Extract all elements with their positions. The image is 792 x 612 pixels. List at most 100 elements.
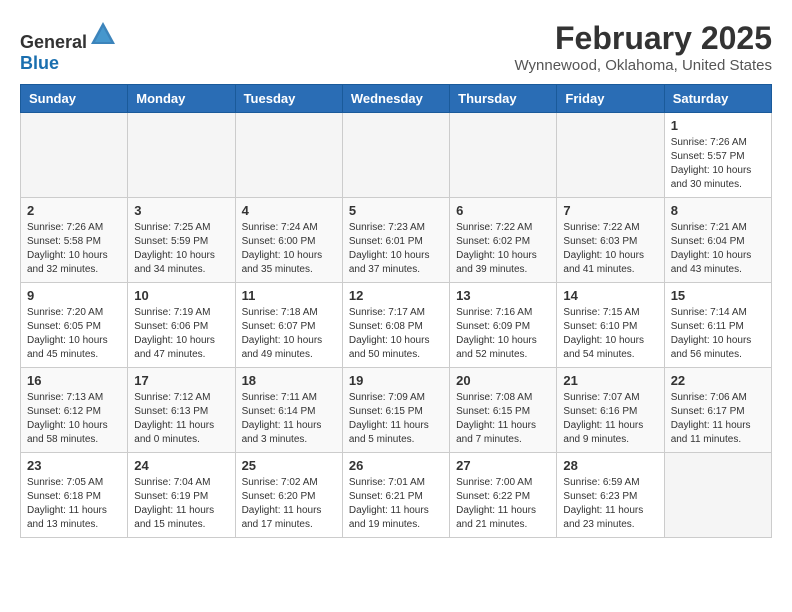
day-number: 11 xyxy=(242,288,336,303)
day-info: Sunrise: 7:25 AM Sunset: 5:59 PM Dayligh… xyxy=(134,221,228,277)
calendar-table: SundayMondayTuesdayWednesdayThursdayFrid… xyxy=(20,84,772,538)
day-info: Sunrise: 7:01 AM Sunset: 6:21 PM Dayligh… xyxy=(349,476,443,532)
calendar-cell: 4 Sunrise: 7:24 AM Sunset: 6:00 PM Daylig… xyxy=(235,198,342,283)
day-info: Sunrise: 7:02 AM Sunset: 6:20 PM Dayligh… xyxy=(242,476,336,532)
weekday-header-thursday: Thursday xyxy=(450,85,557,113)
calendar-week-row: 9Sunrise: 7:20 AM Sunset: 6:05 PM Daylig… xyxy=(21,283,772,368)
calendar-cell: 28 Sunrise: 6:59 AM Sunset: 6:23 PM Dayli… xyxy=(557,453,664,538)
calendar-cell xyxy=(450,113,557,198)
day-number: 24 xyxy=(134,458,228,473)
day-info: Sunrise: 7:06 AM Sunset: 6:17 PM Dayligh… xyxy=(671,391,765,447)
day-number: 10 xyxy=(134,288,228,303)
day-info: Sunrise: 7:08 AM Sunset: 6:15 PM Dayligh… xyxy=(456,391,550,447)
logo: General Blue xyxy=(20,20,117,74)
logo-general: General xyxy=(20,32,87,52)
calendar-cell: 6Sunrise: 7:22 AM Sunset: 6:02 PM Daylig… xyxy=(450,198,557,283)
calendar-cell: 27 Sunrise: 7:00 AM Sunset: 6:22 PM Dayli… xyxy=(450,453,557,538)
calendar-week-row: 2 Sunrise: 7:26 AM Sunset: 5:58 PM Daylig… xyxy=(21,198,772,283)
day-info: Sunrise: 7:09 AM Sunset: 6:15 PM Dayligh… xyxy=(349,391,443,447)
logo-text: General Blue xyxy=(20,20,117,74)
day-number: 12 xyxy=(349,288,443,303)
calendar-cell: 2 Sunrise: 7:26 AM Sunset: 5:58 PM Daylig… xyxy=(21,198,128,283)
calendar-cell: 18 Sunrise: 7:11 AM Sunset: 6:14 PM Dayli… xyxy=(235,368,342,453)
day-info: Sunrise: 7:23 AM Sunset: 6:01 PM Dayligh… xyxy=(349,221,443,277)
day-number: 16 xyxy=(27,373,121,388)
day-number: 15 xyxy=(671,288,765,303)
weekday-header-saturday: Saturday xyxy=(664,85,771,113)
day-number: 28 xyxy=(563,458,657,473)
day-number: 18 xyxy=(242,373,336,388)
calendar-cell xyxy=(21,113,128,198)
calendar-cell: 10 Sunrise: 7:19 AM Sunset: 6:06 PM Dayli… xyxy=(128,283,235,368)
calendar-cell: 11 Sunrise: 7:18 AM Sunset: 6:07 PM Dayli… xyxy=(235,283,342,368)
calendar-cell xyxy=(664,453,771,538)
day-number: 27 xyxy=(456,458,550,473)
day-number: 3 xyxy=(134,203,228,218)
day-info: Sunrise: 7:04 AM Sunset: 6:19 PM Dayligh… xyxy=(134,476,228,532)
day-number: 9 xyxy=(27,288,121,303)
day-info: Sunrise: 7:19 AM Sunset: 6:06 PM Dayligh… xyxy=(134,306,228,362)
day-info: Sunrise: 7:18 AM Sunset: 6:07 PM Dayligh… xyxy=(242,306,336,362)
day-number: 8 xyxy=(671,203,765,218)
day-number: 13 xyxy=(456,288,550,303)
day-info: Sunrise: 7:16 AM Sunset: 6:09 PM Dayligh… xyxy=(456,306,550,362)
page-header: General Blue February 2025 Wynnewood, Ok… xyxy=(20,20,772,74)
calendar-cell: 24 Sunrise: 7:04 AM Sunset: 6:19 PM Dayli… xyxy=(128,453,235,538)
day-number: 25 xyxy=(242,458,336,473)
calendar-cell: 5 Sunrise: 7:23 AM Sunset: 6:01 PM Daylig… xyxy=(342,198,449,283)
calendar-cell: 3 Sunrise: 7:25 AM Sunset: 5:59 PM Daylig… xyxy=(128,198,235,283)
location-subtitle: Wynnewood, Oklahoma, United States xyxy=(515,57,773,74)
weekday-header-wednesday: Wednesday xyxy=(342,85,449,113)
day-number: 2 xyxy=(27,203,121,218)
day-info: Sunrise: 7:26 AM Sunset: 5:57 PM Dayligh… xyxy=(671,136,765,192)
day-info: Sunrise: 7:11 AM Sunset: 6:14 PM Dayligh… xyxy=(242,391,336,447)
day-number: 26 xyxy=(349,458,443,473)
calendar-cell: 19 Sunrise: 7:09 AM Sunset: 6:15 PM Dayli… xyxy=(342,368,449,453)
day-info: Sunrise: 7:12 AM Sunset: 6:13 PM Dayligh… xyxy=(134,391,228,447)
weekday-header-sunday: Sunday xyxy=(21,85,128,113)
calendar-cell xyxy=(235,113,342,198)
calendar-cell: 13 Sunrise: 7:16 AM Sunset: 6:09 PM Dayli… xyxy=(450,283,557,368)
day-number: 14 xyxy=(563,288,657,303)
month-year-title: February 2025 xyxy=(515,20,773,57)
calendar-cell xyxy=(557,113,664,198)
day-info: Sunrise: 7:00 AM Sunset: 6:22 PM Dayligh… xyxy=(456,476,550,532)
day-number: 4 xyxy=(242,203,336,218)
calendar-cell: 12 Sunrise: 7:17 AM Sunset: 6:08 PM Dayli… xyxy=(342,283,449,368)
calendar-cell: 21Sunrise: 7:07 AM Sunset: 6:16 PM Dayli… xyxy=(557,368,664,453)
day-number: 22 xyxy=(671,373,765,388)
calendar-week-row: 1Sunrise: 7:26 AM Sunset: 5:57 PM Daylig… xyxy=(21,113,772,198)
day-info: Sunrise: 6:59 AM Sunset: 6:23 PM Dayligh… xyxy=(563,476,657,532)
calendar-cell: 1Sunrise: 7:26 AM Sunset: 5:57 PM Daylig… xyxy=(664,113,771,198)
day-info: Sunrise: 7:21 AM Sunset: 6:04 PM Dayligh… xyxy=(671,221,765,277)
calendar-cell: 23 Sunrise: 7:05 AM Sunset: 6:18 PM Dayli… xyxy=(21,453,128,538)
calendar-cell: 16Sunrise: 7:13 AM Sunset: 6:12 PM Dayli… xyxy=(21,368,128,453)
day-info: Sunrise: 7:05 AM Sunset: 6:18 PM Dayligh… xyxy=(27,476,121,532)
day-info: Sunrise: 7:24 AM Sunset: 6:00 PM Dayligh… xyxy=(242,221,336,277)
calendar-cell xyxy=(128,113,235,198)
day-number: 17 xyxy=(134,373,228,388)
day-info: Sunrise: 7:26 AM Sunset: 5:58 PM Dayligh… xyxy=(27,221,121,277)
day-number: 23 xyxy=(27,458,121,473)
calendar-cell: 14Sunrise: 7:15 AM Sunset: 6:10 PM Dayli… xyxy=(557,283,664,368)
calendar-cell: 7Sunrise: 7:22 AM Sunset: 6:03 PM Daylig… xyxy=(557,198,664,283)
calendar-cell: 26 Sunrise: 7:01 AM Sunset: 6:21 PM Dayli… xyxy=(342,453,449,538)
calendar-cell: 8 Sunrise: 7:21 AM Sunset: 6:04 PM Daylig… xyxy=(664,198,771,283)
day-number: 21 xyxy=(563,373,657,388)
day-number: 5 xyxy=(349,203,443,218)
calendar-cell: 17 Sunrise: 7:12 AM Sunset: 6:13 PM Dayli… xyxy=(128,368,235,453)
weekday-header-monday: Monday xyxy=(128,85,235,113)
weekday-header-row: SundayMondayTuesdayWednesdayThursdayFrid… xyxy=(21,85,772,113)
day-number: 7 xyxy=(563,203,657,218)
calendar-cell: 15 Sunrise: 7:14 AM Sunset: 6:11 PM Dayli… xyxy=(664,283,771,368)
calendar-cell: 22 Sunrise: 7:06 AM Sunset: 6:17 PM Dayli… xyxy=(664,368,771,453)
title-block: February 2025 Wynnewood, Oklahoma, Unite… xyxy=(515,20,773,74)
weekday-header-friday: Friday xyxy=(557,85,664,113)
calendar-cell: 20Sunrise: 7:08 AM Sunset: 6:15 PM Dayli… xyxy=(450,368,557,453)
calendar-week-row: 16Sunrise: 7:13 AM Sunset: 6:12 PM Dayli… xyxy=(21,368,772,453)
day-number: 19 xyxy=(349,373,443,388)
weekday-header-tuesday: Tuesday xyxy=(235,85,342,113)
day-info: Sunrise: 7:14 AM Sunset: 6:11 PM Dayligh… xyxy=(671,306,765,362)
calendar-cell xyxy=(342,113,449,198)
day-info: Sunrise: 7:17 AM Sunset: 6:08 PM Dayligh… xyxy=(349,306,443,362)
